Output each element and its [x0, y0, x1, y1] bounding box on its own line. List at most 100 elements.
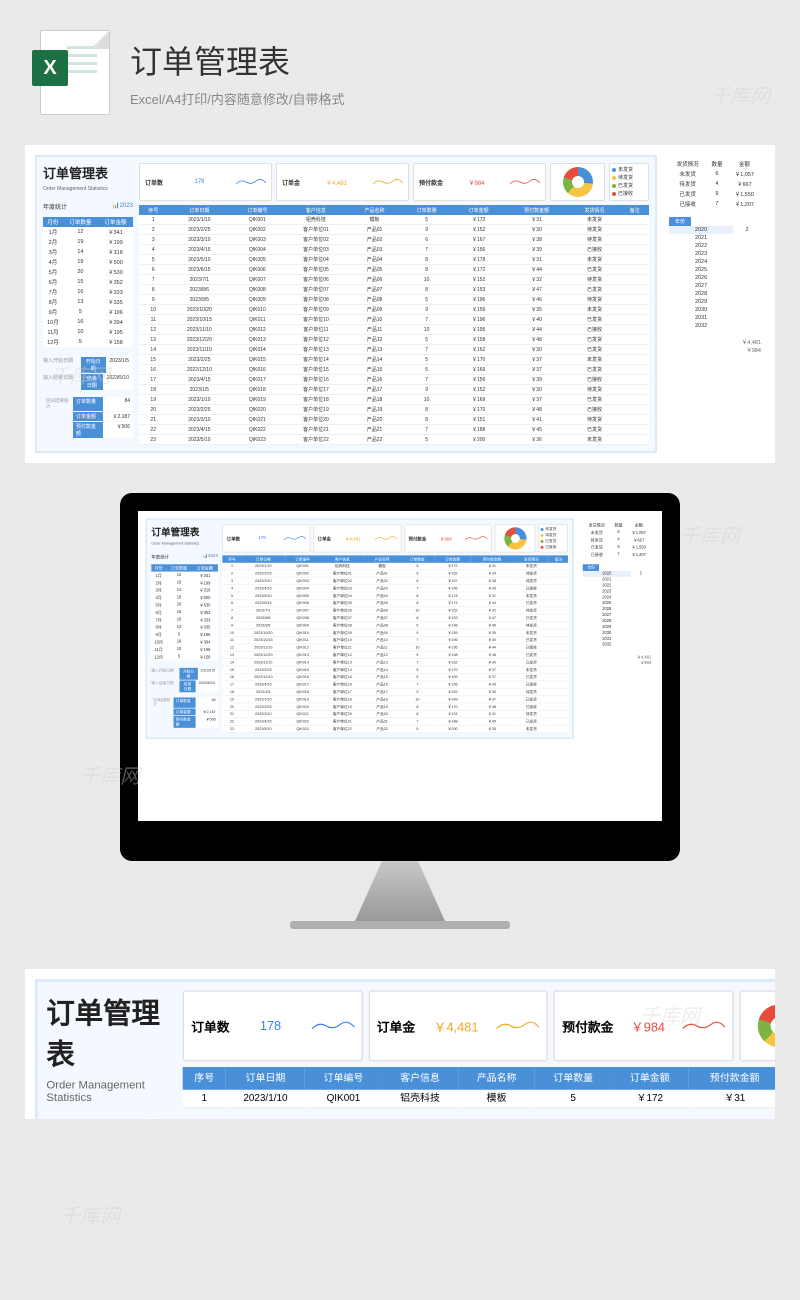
side-summary-panel: 发货情况数量金额未发货6￥1,057待发货4￥667已发货9￥1,550已接收7…	[580, 518, 654, 739]
date-range-input[interactable]: 输入开始日期开始日期2023/1/5输入结束日期结束日期2023/5/10	[43, 357, 133, 391]
table-row[interactable]: 182023/1/5QIK018客户单位17产品179￥152￥30待发货	[139, 385, 649, 395]
table-row[interactable]: 122023/11/10QIK012客户单位11产品1110￥195￥44已接收	[139, 325, 649, 335]
chart-legend: 未发货待发货已发货已接收	[539, 524, 569, 552]
table-row[interactable]: 92023/9/5QIK009客户单位08产品085￥196￥46待发货	[139, 295, 649, 305]
year-stat-label: 年度统计	[43, 202, 67, 211]
year-selector-header[interactable]: 年份	[583, 564, 599, 571]
orders-table: 序号订单日期订单编号客户信息产品名称订单数量订单金额预付款金额发货情况备注120…	[183, 1067, 775, 1108]
table-row[interactable]: 62023/6/15QIK006客户单位05产品058￥172￥44已发货	[139, 265, 649, 275]
monthly-table: 月份订单数量订单金额1月12￥3412月19￥1993月14￥3184月19￥5…	[151, 564, 218, 660]
page-subtitle: Excel/A4打印/内容随意修改/自带格式	[130, 89, 345, 108]
table-row[interactable]: 112023/10/15QIK011客户单位10产品107￥196￥40已发货	[139, 315, 649, 325]
sheet-subtitle: Order Management Statistics	[46, 1078, 174, 1104]
table-row[interactable]: 12023/1/10QIK001铝壳科技模板5￥172￥31未发货	[183, 1090, 775, 1108]
table-row[interactable]: 102023/10/20QIK010客户单位09产品099￥159￥35未发货	[139, 305, 649, 315]
sheet-subtitle: Order Management Statistics	[151, 541, 218, 545]
table-row[interactable]: 202023/2/25QIK020客户单位19产品198￥170￥48已接收	[222, 703, 568, 710]
stat-card: 订单数178	[222, 524, 310, 552]
year-value: 📊2023	[112, 202, 133, 211]
year-option[interactable]: 2026	[669, 274, 733, 282]
table-row[interactable]: 152023/2/25QIK015客户单位14产品145￥170￥37未发货	[222, 666, 568, 673]
sheet-subtitle: Order Management Statistics	[43, 186, 133, 192]
table-row[interactable]: 212023/3/10QIK021客户单位20产品208￥151￥41待发货	[139, 415, 649, 425]
year-option[interactable]: 2028	[669, 290, 733, 298]
table-row[interactable]: 22023/2/25QIK002客户单位01产品019￥152￥30待发货	[139, 225, 649, 235]
table-row[interactable]: 162022/12/10QIK016客户单位15产品155￥169￥37已发货	[139, 365, 649, 375]
donut-chart	[550, 163, 605, 201]
table-row[interactable]: 42023/4/15QIK004客户单位03产品037￥156￥39已接收	[139, 245, 649, 255]
table-row[interactable]: 142023/11/10QIK014客户单位13产品137￥162￥30已发货	[222, 659, 568, 666]
table-row[interactable]: 102023/10/20QIK010客户单位09产品099￥159￥35未发货	[222, 629, 568, 636]
orders-table: 序号订单日期订单编号客户信息产品名称订单数量订单金额预付款金额发货情况备注120…	[222, 555, 568, 733]
page-header: X 订单管理表 Excel/A4打印/内容随意修改/自带格式	[0, 0, 800, 125]
year-option[interactable]: 2021	[669, 234, 733, 242]
table-row[interactable]: 82023/8/6QIK008客户单位07产品078￥153￥47已发货	[222, 614, 568, 621]
year-option[interactable]: 2029	[669, 298, 733, 306]
table-row[interactable]: 62023/6/15QIK006客户单位05产品058￥172￥44已发货	[222, 599, 568, 606]
year-option[interactable]: 2022	[669, 242, 733, 250]
table-row[interactable]: 172023/4/15QIK017客户单位16产品167￥156￥39已接收	[222, 681, 568, 688]
table-row[interactable]: 32023/3/10QIK003客户单位02产品026￥167￥38待发货	[222, 577, 568, 584]
table-row[interactable]: 22023/2/25QIK002客户单位01产品019￥152￥30待发货	[222, 570, 568, 577]
year-option[interactable]: 2032	[583, 642, 630, 648]
table-row[interactable]: 132023/12/20QIK013客户单位12产品125￥158￥48已发货	[222, 651, 568, 658]
table-row[interactable]: 232023/5/10QIK023客户单位22产品225￥200￥36未发货	[139, 435, 649, 445]
table-row[interactable]: 32023/3/10QIK003客户单位02产品026￥167￥38待发货	[139, 235, 649, 245]
table-row[interactable]: 152023/2/25QIK015客户单位14产品145￥170￥37未发货	[139, 355, 649, 365]
table-row[interactable]: 12023/1/10QIK001铝壳科技模板5￥172￥31未发货	[222, 563, 568, 570]
year-option[interactable]: 2031	[669, 314, 733, 322]
donut-chart	[495, 524, 536, 552]
stat-card: 订单金￥4,481	[276, 163, 409, 201]
year-option[interactable]: 2023	[669, 250, 733, 258]
table-row[interactable]: 92023/9/5QIK009客户单位08产品085￥196￥46待发货	[222, 622, 568, 629]
table-row[interactable]: 72023/7/1QIK007客户单位06产品0610￥152￥32待发货	[222, 607, 568, 614]
sheet-title: 订单管理表	[43, 163, 133, 182]
excel-file-icon: X	[40, 30, 110, 115]
year-option[interactable]: 2025	[669, 266, 733, 274]
table-row[interactable]: 122023/11/10QIK012客户单位11产品1110￥195￥44已接收	[222, 644, 568, 651]
table-row[interactable]: 142023/11/10QIK014客户单位13产品137￥162￥30已发货	[139, 345, 649, 355]
template-preview-flat: 订单管理表 Order Management Statistics 年度统计 📊202…	[25, 145, 775, 463]
year-option[interactable]: 2032	[669, 322, 733, 330]
table-row[interactable]: 192023/1/10QIK019客户单位18产品1810￥169￥37已发货	[222, 696, 568, 703]
table-row[interactable]: 222023/4/15QIK022客户单位21产品217￥188￥45已发货	[139, 425, 649, 435]
stat-card: 订单金￥4,481	[313, 524, 401, 552]
table-row[interactable]: 112023/10/15QIK011客户单位10产品107￥196￥40已发货	[222, 636, 568, 643]
year-stat-label: 年度统计	[151, 553, 169, 560]
stat-card: 预付款金￥984	[554, 990, 734, 1061]
table-row[interactable]: 132023/12/20QIK013客户单位12产品125￥158￥48已发货	[139, 335, 649, 345]
table-row[interactable]: 232023/5/10QIK023客户单位22产品225￥200￥36未发货	[222, 725, 568, 732]
year-option[interactable]: 2024	[669, 258, 733, 266]
year-option[interactable]: 2027	[669, 282, 733, 290]
range-summary: 区间结果统计订单数量84订单金额￥2,187预付款金额￥506	[43, 397, 133, 439]
table-row[interactable]: 182023/1/5QIK018客户单位17产品179￥152￥30待发货	[222, 688, 568, 695]
orders-table: 序号订单日期订单编号客户信息产品名称订单数量订单金额预付款金额发货情况备注120…	[139, 205, 649, 445]
range-summary: 区间结果统计订单数量84订单金额￥2,187预付款金额￥506	[151, 697, 218, 728]
template-preview-cropped: 订单管理表Order Management Statistics年度统计📊202…	[25, 969, 775, 1119]
stat-card: 订单金￥4,481	[368, 990, 548, 1061]
table-row[interactable]: 212023/3/10QIK021客户单位20产品208￥151￥41待发货	[222, 710, 568, 717]
sheet-title: 订单管理表	[151, 524, 218, 538]
table-row[interactable]: 52023/5/10QIK005客户单位04产品048￥178￥31未发货	[222, 592, 568, 599]
stat-card: 订单数178	[139, 163, 272, 201]
side-summary-panel: 发货情况数量金额未发货6￥1,057待发货4￥667已发货9￥1,550已接收7…	[665, 155, 765, 453]
table-row[interactable]: 12023/1/10QIK001铝壳科技模板5￥172￥31未发货	[139, 215, 649, 225]
table-row[interactable]: 72023/7/1QIK007客户单位06产品0610￥152￥32待发货	[139, 275, 649, 285]
table-row[interactable]: 192023/1/10QIK019客户单位18产品1810￥169￥37已发货	[139, 395, 649, 405]
year-selector-header[interactable]: 年份	[669, 217, 691, 226]
table-row[interactable]: 172023/4/15QIK017客户单位16产品167￥156￥39已接收	[139, 375, 649, 385]
table-row[interactable]: 52023/5/10QIK005客户单位04产品048￥178￥31未发货	[139, 255, 649, 265]
sheet-title: 订单管理表	[46, 990, 174, 1072]
stat-card: 订单数178	[183, 990, 363, 1061]
table-row[interactable]: 162022/12/10QIK016客户单位15产品155￥169￥37已发货	[222, 673, 568, 680]
table-row[interactable]: 42023/4/15QIK004客户单位03产品037￥156￥39已接收	[222, 585, 568, 592]
table-row[interactable]: 202023/2/25QIK020客户单位19产品198￥170￥48已接收	[139, 405, 649, 415]
date-range-input[interactable]: 输入开始日期开始日期2023/1/5输入结束日期结束日期2023/5/10	[151, 668, 218, 693]
year-value: 📊2023	[203, 553, 218, 560]
year-option[interactable]: 2030	[669, 306, 733, 314]
year-stat-label: 年度统计	[46, 1118, 80, 1119]
table-row[interactable]: 222023/4/15QIK022客户单位21产品217￥188￥45已发货	[222, 718, 568, 725]
table-row[interactable]: 82023/8/6QIK008客户单位07产品078￥153￥47已发货	[139, 285, 649, 295]
monitor-mockup: 订单管理表 Order Management Statistics 年度统计 📊202…	[0, 493, 800, 929]
chart-legend: 未发货待发货已发货已接收	[609, 163, 649, 201]
